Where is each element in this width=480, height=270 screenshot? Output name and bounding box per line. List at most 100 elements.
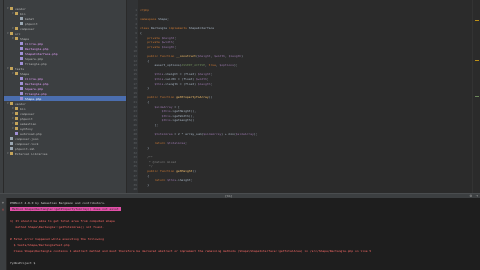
code-token: {: [140, 31, 142, 35]
terminal-line: Class Shape\Rectangle contains 1 abstrac…: [10, 249, 372, 253]
tree-item-label: phpunit.xml: [15, 146, 35, 151]
code-line[interactable]: $totalArea = 2 * array_sum($sideArray) +…: [140, 132, 257, 137]
code-token: /**: [140, 155, 153, 160]
tree-item-label: Rectangle.php: [25, 46, 49, 51]
code-token: ) + min(: [221, 132, 236, 137]
tree-item-label: bin: [20, 11, 26, 16]
tree-item-label: phpunit: [25, 21, 38, 26]
code-token: ->height;: [176, 178, 193, 183]
code-token: $height: [161, 35, 175, 40]
code-token: ): [241, 54, 244, 58]
code-token: );: [233, 63, 238, 68]
tree-item-label: Square.php: [25, 86, 44, 91]
line-number: 31: [133, 146, 137, 150]
php-file-icon: [20, 92, 23, 95]
line-number: 12: [133, 58, 137, 63]
line-number: 23: [133, 109, 137, 114]
terminal-line: Method Shape\Rectangle::getPropertyToArr…: [10, 207, 121, 211]
code-token: $this: [167, 178, 177, 183]
code-line[interactable]: class Rectangle implements ShapeInterfac…: [140, 26, 214, 31]
code-line[interactable]: <?php: [140, 8, 149, 13]
line-number: 18: [133, 86, 137, 91]
line-number: 37: [133, 173, 137, 178]
tree-item-label: Triangle.php: [25, 61, 47, 66]
folder-icon: [10, 152, 13, 155]
tree-item-label: ShapeInterface.php: [25, 51, 58, 56]
tree-item-label: Circle.php: [25, 76, 44, 81]
line-number: 35: [133, 164, 137, 169]
code-token: $this: [140, 109, 171, 114]
line-number: 5: [135, 26, 137, 31]
code-token: ASSERT_ACTIVE: [181, 63, 206, 68]
close-terminal-icon[interactable]: ×: [1, 208, 5, 212]
php-file-icon: [15, 132, 18, 135]
line-number: 29: [133, 136, 137, 141]
php-file-icon: [20, 87, 23, 90]
terminal-output[interactable]: PHPUnit 4.8.0 by Sebastian Bergmann and …: [7, 198, 480, 270]
code-token: ;: [174, 35, 177, 40]
code-token: }: [140, 146, 150, 150]
line-number-gutter: 1 2 3 4 5 6 7 8 9 10 11 12 13 14 15 16 17 18 19 20 21 22 23 24 2…: [127, 0, 138, 193]
line-number: 38: [133, 178, 137, 183]
file-icon: [20, 22, 23, 25]
code-token: $sideArray: [140, 104, 173, 109]
code-token: private: [140, 44, 162, 49]
code-token: (): [208, 95, 213, 100]
editor-scrollbar[interactable]: [472, 0, 480, 193]
line-number: 3: [135, 17, 137, 22]
line-number: 19: [133, 90, 137, 95]
code-token: $this: [140, 72, 164, 77]
code-token: assert_options(: [140, 63, 182, 68]
project-tree[interactable]: ▾ vendor ▾ bin behat phpunit ▾ composer ▾ src ▾ Sha…: [4, 0, 126, 193]
code-token: class: [140, 26, 151, 31]
code-token: $width: [161, 40, 173, 45]
code-line[interactable]: private $length;: [140, 45, 176, 50]
tree-item-label: tests: [15, 66, 25, 71]
folder-icon: [10, 7, 13, 10]
tree-item[interactable]: ▾ External Libraries: [4, 151, 126, 156]
code-token: return: [140, 178, 168, 183]
code-token: {: [140, 100, 150, 104]
code-line[interactable]: public function getPropertyToArray(): [140, 95, 212, 100]
php-file-icon: [20, 97, 23, 100]
add-terminal-icon[interactable]: +: [1, 201, 5, 205]
line-number: 16: [133, 77, 137, 81]
code-line[interactable]: ];: [140, 123, 158, 128]
folder-icon: [15, 127, 18, 130]
code-token: private: [140, 40, 162, 45]
code-token: = 2 * array_sum(: [172, 132, 204, 137]
line-number: 40: [133, 187, 137, 192]
code-token: ;: [174, 44, 177, 49]
code-line[interactable]: $this->length = (float) $length;: [140, 82, 212, 87]
tree-item-label: phpunit: [20, 116, 33, 121]
code-token: <?php: [140, 8, 150, 12]
php-file-icon: [20, 62, 23, 65]
line-number: 39: [133, 182, 137, 187]
code-token: = [: [172, 104, 180, 109]
code-editor[interactable]: <?php namespace Shape; class Rectangle imp…: [138, 0, 472, 193]
folder-icon: [15, 37, 18, 40]
code-line[interactable]: assert_options(ASSERT_ACTIVE, true, $opt…: [140, 63, 238, 68]
tree-item-label: bin: [20, 106, 26, 111]
tree-item-label: Square.php: [25, 56, 44, 61]
folder-icon: [15, 107, 18, 110]
code-token: $length: [228, 54, 242, 58]
folder-icon: [15, 72, 18, 75]
tree-item-label: Circle.php: [25, 41, 44, 46]
code-line[interactable]: }: [140, 183, 149, 188]
code-token: ->getWidth(),: [170, 113, 195, 118]
code-line[interactable]: }: [140, 86, 149, 91]
code-token: __construct: [176, 54, 196, 58]
folder-icon: [10, 102, 13, 105]
code-token: $width: [214, 54, 225, 58]
code-line[interactable]: }: [140, 146, 149, 151]
php-file-icon: [20, 77, 23, 80]
code-line[interactable]: public function __construct($height, $wi…: [140, 54, 243, 59]
code-token: Rectangle: [150, 26, 169, 31]
file-icon: [10, 147, 13, 150]
tree-item-label: composer.lock: [15, 141, 39, 146]
tree-item-label: vendor: [15, 101, 26, 106]
code-line[interactable]: namespace Shape;: [140, 17, 169, 22]
code-token: $sideArray: [203, 132, 222, 137]
terminal-line: method Shape\Rectangle::getTotalArea() n…: [10, 225, 104, 229]
